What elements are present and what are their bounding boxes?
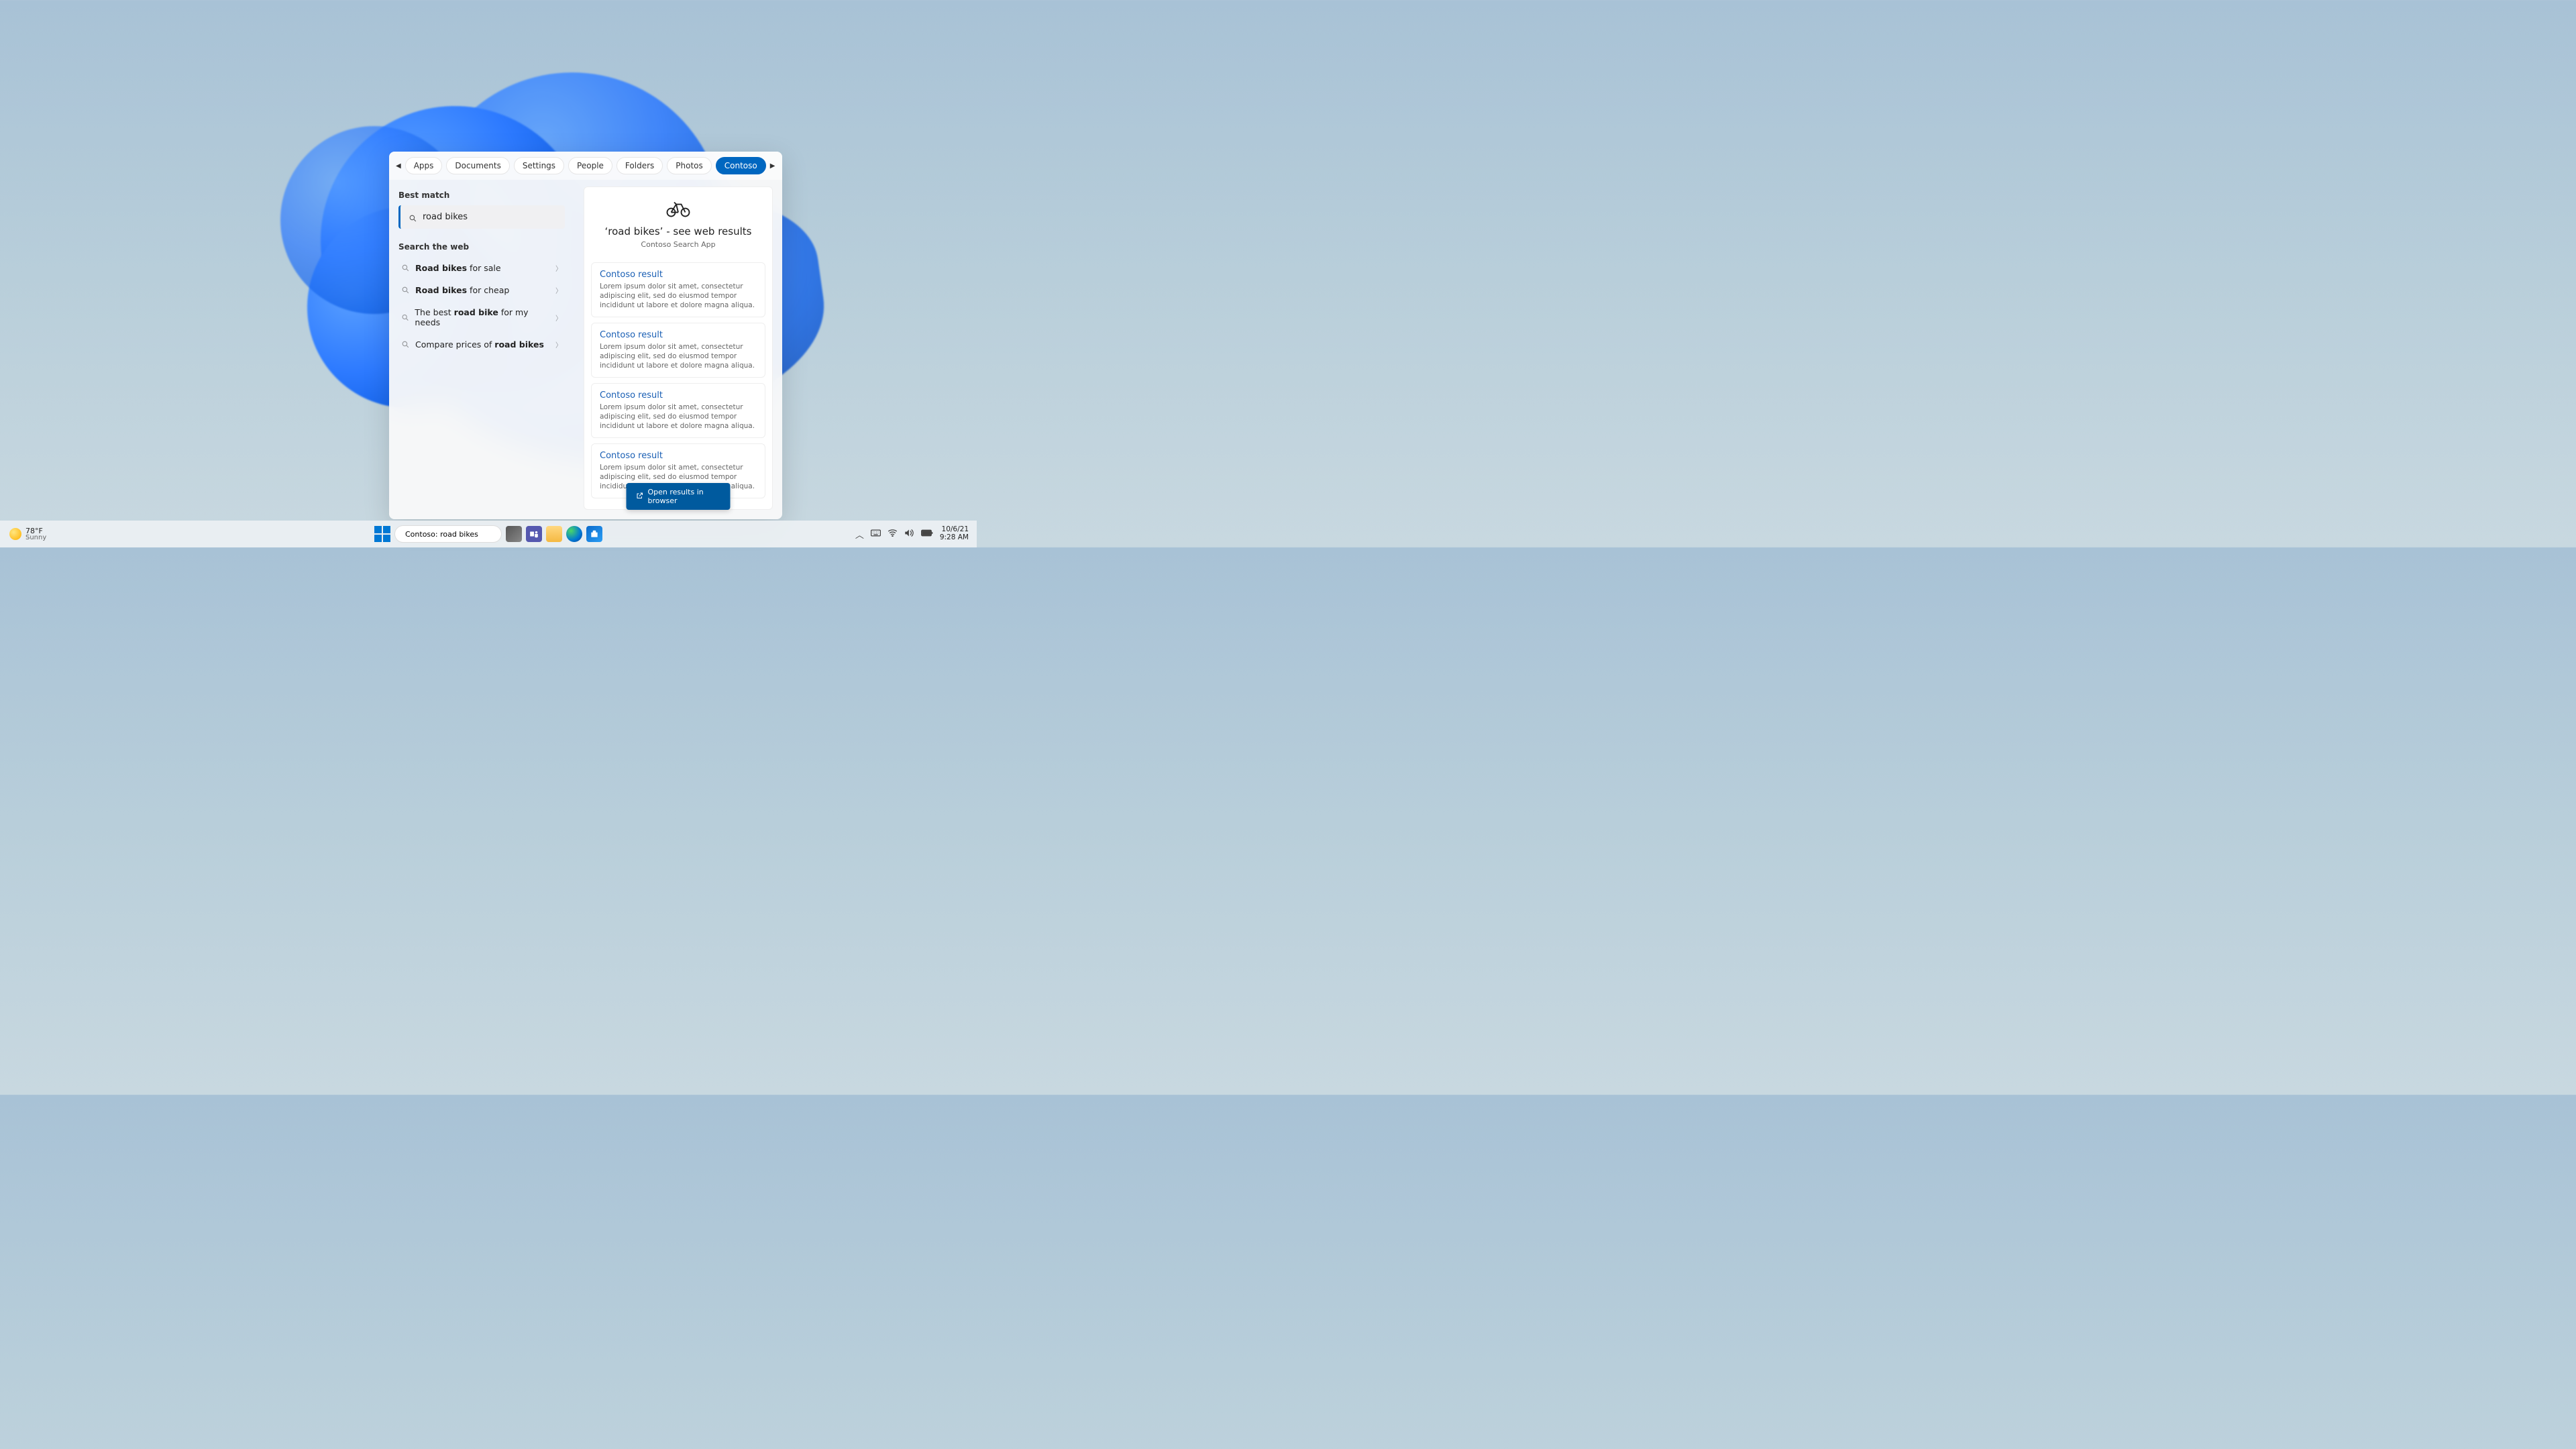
- result-snippet: Lorem ipsum dolor sit amet, consectetur …: [600, 342, 757, 370]
- taskbar-search-input[interactable]: [405, 530, 502, 539]
- start-button[interactable]: [374, 526, 390, 542]
- sun-icon: [9, 528, 21, 540]
- file-explorer-app[interactable]: [546, 526, 562, 542]
- weather-condition: Sunny: [25, 535, 46, 541]
- result-title: Contoso result: [600, 270, 757, 280]
- scroll-right-button[interactable]: ▶: [770, 159, 775, 172]
- taskbar-clock[interactable]: 10/6/21 9:28 AM: [940, 526, 969, 541]
- best-match-text: road bikes: [423, 212, 468, 222]
- weather-temp: 78°F: [25, 527, 46, 535]
- wifi-icon[interactable]: [888, 529, 898, 539]
- chevron-right-icon: 〉: [555, 339, 562, 350]
- result-title: Contoso result: [600, 330, 757, 340]
- search-result[interactable]: Contoso result Lorem ipsum dolor sit amet…: [591, 323, 765, 378]
- results-left-column: Best match road bikes Search the web Roa…: [389, 180, 574, 519]
- search-icon: [409, 213, 417, 221]
- filter-apps[interactable]: Apps: [405, 157, 443, 174]
- web-suggestion[interactable]: Road bikes for sale〉: [398, 257, 565, 279]
- battery-icon[interactable]: [921, 529, 933, 539]
- weather-widget[interactable]: 78°F Sunny: [9, 527, 46, 541]
- search-filter-row: ◀ AppsDocuments SettingsPeopleFoldersPhot…: [389, 152, 782, 180]
- chevron-right-icon: 〉: [555, 285, 562, 295]
- tray-expand-icon[interactable]: ︿: [855, 528, 864, 541]
- chevron-right-icon: 〉: [555, 263, 562, 273]
- open-external-icon: [636, 492, 644, 502]
- web-suggestion[interactable]: The best road bike for my needs〉: [398, 301, 565, 333]
- result-snippet: Lorem ipsum dolor sit amet, consectetur …: [600, 402, 757, 431]
- taskbar-search[interactable]: [394, 525, 502, 543]
- best-match-item[interactable]: road bikes: [398, 205, 565, 229]
- search-icon: [401, 340, 410, 349]
- chevron-right-icon: 〉: [555, 313, 562, 323]
- web-suggestion[interactable]: Road bikes for cheap〉: [398, 279, 565, 301]
- search-web-heading: Search the web: [398, 238, 565, 254]
- preview-title: ‘road bikes’ - see web results: [605, 225, 752, 237]
- result-snippet: Lorem ipsum dolor sit amet, consectetur …: [600, 282, 757, 310]
- search-flyout: ◀ AppsDocuments SettingsPeopleFoldersPhot…: [389, 152, 782, 519]
- filter-documents[interactable]: Documents: [446, 157, 509, 174]
- taskbar: 78°F Sunny ︿ 10/6/21 9:28 AM: [0, 521, 977, 547]
- task-view-button[interactable]: [506, 526, 522, 542]
- preview-card: ‘road bikes’ - see web results Contoso S…: [584, 186, 773, 510]
- web-suggestion[interactable]: Compare prices of road bikes〉: [398, 333, 565, 356]
- filter-people[interactable]: People: [568, 157, 612, 174]
- result-title: Contoso result: [600, 390, 757, 400]
- store-app[interactable]: [586, 526, 602, 542]
- preview-subtitle: Contoso Search App: [641, 240, 715, 249]
- filter-settings[interactable]: Settings: [514, 157, 564, 174]
- search-icon: [401, 286, 410, 294]
- scroll-left-button[interactable]: ◀: [396, 159, 401, 172]
- search-result[interactable]: Contoso result Lorem ipsum dolor sit amet…: [591, 383, 765, 438]
- filter-folders[interactable]: Folders: [616, 157, 663, 174]
- search-result[interactable]: Contoso result Lorem ipsum dolor sit amet…: [591, 262, 765, 317]
- open-results-button[interactable]: Open results in browser: [627, 483, 731, 510]
- filter-photos[interactable]: Photos: [667, 157, 711, 174]
- best-match-heading: Best match: [398, 186, 565, 203]
- keyboard-icon[interactable]: [871, 529, 881, 539]
- search-icon: [401, 264, 410, 272]
- teams-app[interactable]: [526, 526, 542, 542]
- volume-icon[interactable]: [904, 529, 914, 540]
- edge-app[interactable]: [566, 526, 582, 542]
- search-icon: [401, 313, 409, 322]
- bicycle-icon: [666, 199, 690, 223]
- results-preview-column: ‘road bikes’ - see web results Contoso S…: [574, 180, 782, 519]
- result-title: Contoso result: [600, 451, 757, 461]
- filter-contoso[interactable]: Contoso: [716, 157, 766, 174]
